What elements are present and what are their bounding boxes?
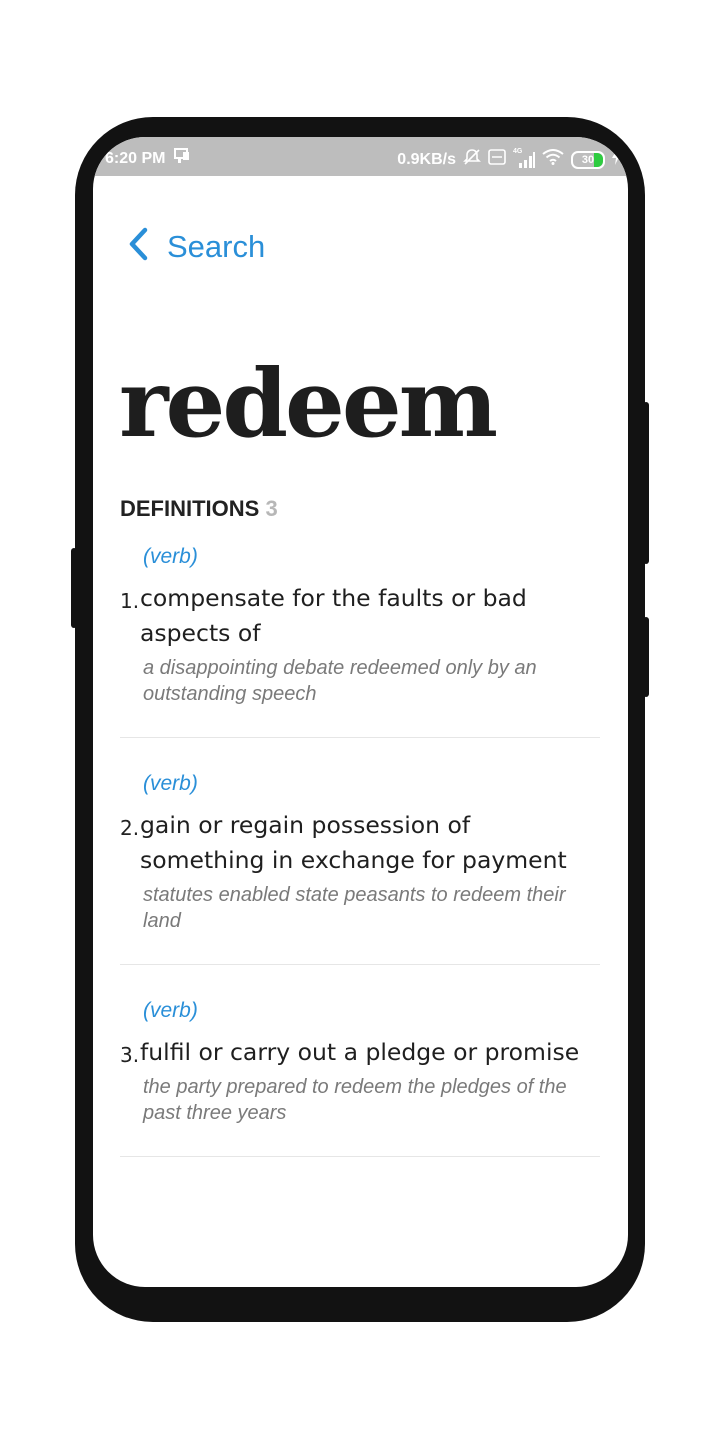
network-speed: 0.9KB/s bbox=[397, 150, 456, 168]
meaning-row: 3. fulfil or carry out a pledge or promi… bbox=[120, 1035, 600, 1070]
part-of-speech: (verb) bbox=[143, 999, 198, 1022]
cell-signal-icon: 4G bbox=[513, 148, 535, 168]
definition-item: (verb) 2. gain or regain possession of s… bbox=[120, 772, 600, 965]
definition-example: statutes enabled state peasants to redee… bbox=[143, 884, 566, 932]
definition-number: 1. bbox=[120, 589, 140, 613]
battery-fill bbox=[594, 152, 603, 167]
definition-example: a disappointing debate redeemed only by … bbox=[143, 657, 537, 705]
status-bar: 6:20 PM 0.9KB/s 4G 30 bbox=[93, 137, 628, 176]
definitions-header: DEFINITIONS 3 bbox=[120, 496, 278, 522]
status-right: 0.9KB/s 4G 30 bbox=[397, 148, 620, 171]
status-time: 6:20 PM bbox=[105, 149, 166, 167]
definition-meaning: fulfil or carry out a pledge or promise bbox=[140, 1038, 580, 1066]
back-button-label: Search bbox=[167, 228, 266, 264]
network-type: 4G bbox=[513, 147, 523, 155]
definition-number: 2. bbox=[120, 816, 140, 840]
battery-icon: 30 bbox=[571, 150, 605, 169]
definition-example: the party prepared to redeem the pledges… bbox=[143, 1076, 567, 1124]
definition-list: (verb) 1. compensate for the faults or b… bbox=[120, 545, 600, 1191]
word-title: redeem bbox=[119, 349, 498, 459]
meaning-row: 1. compensate for the faults or bad aspe… bbox=[120, 581, 600, 651]
phone-left-button bbox=[71, 548, 77, 628]
back-button[interactable]: Search bbox=[127, 227, 265, 266]
definitions-count: 3 bbox=[265, 496, 278, 521]
definition-number: 3. bbox=[120, 1043, 140, 1067]
definition-meaning: gain or regain possession of something i… bbox=[140, 811, 567, 874]
definition-meaning: compensate for the faults or bad aspects… bbox=[140, 584, 527, 647]
part-of-speech: (verb) bbox=[143, 772, 198, 795]
chevron-left-icon bbox=[127, 227, 149, 266]
mute-icon bbox=[463, 148, 481, 171]
phone-power-button bbox=[643, 617, 649, 697]
notification-icon bbox=[173, 148, 191, 169]
definition-item: (verb) 3. fulfil or carry out a pledge o… bbox=[120, 999, 600, 1157]
battery-level: 30 bbox=[581, 153, 595, 166]
part-of-speech: (verb) bbox=[143, 545, 198, 568]
volte-icon bbox=[488, 149, 506, 170]
screen: 6:20 PM 0.9KB/s 4G 30 Search redeem DEFI… bbox=[93, 137, 628, 1287]
phone-volume-button bbox=[643, 402, 649, 564]
status-left: 6:20 PM bbox=[105, 148, 191, 169]
charging-icon bbox=[612, 149, 620, 170]
meaning-row: 2. gain or regain possession of somethin… bbox=[120, 808, 600, 878]
definition-item: (verb) 1. compensate for the faults or b… bbox=[120, 545, 600, 738]
wifi-icon bbox=[542, 149, 564, 170]
definitions-label: DEFINITIONS bbox=[120, 496, 260, 521]
